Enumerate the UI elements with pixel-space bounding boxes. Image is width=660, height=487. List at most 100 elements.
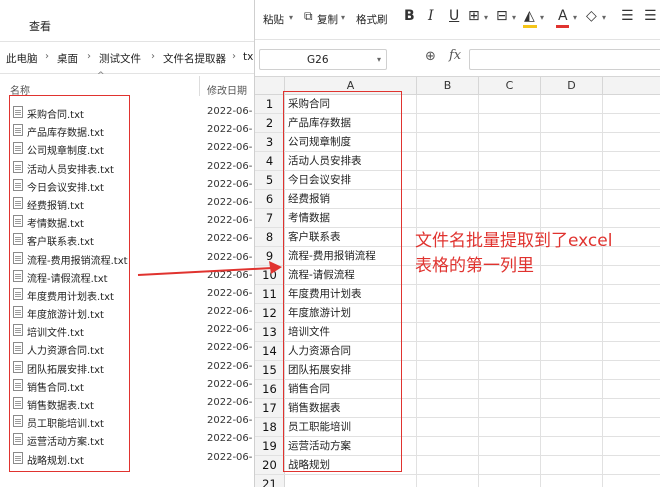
name-box-dropdown-icon[interactable]: ▾ (377, 55, 381, 64)
cell-c[interactable] (479, 399, 541, 417)
row-header[interactable]: 20 (255, 456, 285, 474)
column-header-date[interactable]: 修改日期 (207, 82, 247, 97)
row-header[interactable]: 17 (255, 399, 285, 417)
breadcrumb-test-folder[interactable]: 测试文件 (99, 51, 141, 66)
italic-button[interactable]: I (428, 8, 434, 24)
cell-a[interactable] (285, 475, 417, 487)
border-icon[interactable]: ⊞ (468, 8, 480, 24)
row-header[interactable]: 8 (255, 228, 285, 246)
row-header[interactable]: 4 (255, 152, 285, 170)
paste-dropdown-icon[interactable]: ▾ (289, 13, 293, 22)
cell-c[interactable] (479, 114, 541, 132)
row-header[interactable]: 18 (255, 418, 285, 436)
cell-e[interactable] (603, 380, 660, 398)
fill-color-icon[interactable]: ◭ (524, 8, 535, 24)
cell-b[interactable] (417, 209, 479, 227)
cell-b[interactable] (417, 361, 479, 379)
cell-e[interactable] (603, 114, 660, 132)
cell-c[interactable] (479, 171, 541, 189)
cell-b[interactable] (417, 418, 479, 436)
format-painter-button[interactable]: 格式刷 (356, 12, 388, 27)
column-header-c[interactable]: C (479, 77, 541, 94)
cell-c[interactable] (479, 209, 541, 227)
cell-e[interactable] (603, 209, 660, 227)
column-header-e[interactable] (603, 77, 660, 94)
fill-color-dropdown-icon[interactable]: ▾ (540, 13, 544, 22)
eraser-dropdown-icon[interactable]: ▾ (602, 13, 606, 22)
cell-c[interactable] (479, 285, 541, 303)
cell-style-icon[interactable]: ⊟ (496, 8, 508, 24)
row-header[interactable]: 11 (255, 285, 285, 303)
cell-e[interactable] (603, 171, 660, 189)
cell-e[interactable] (603, 361, 660, 379)
cell-c[interactable] (479, 304, 541, 322)
cell-b[interactable] (417, 95, 479, 113)
cell-e[interactable] (603, 304, 660, 322)
name-box[interactable]: G26 ▾ (259, 49, 387, 70)
eraser-icon[interactable]: ◇ (586, 8, 597, 24)
cell-c[interactable] (479, 475, 541, 487)
cell-e[interactable] (603, 133, 660, 151)
underline-button[interactable]: U (449, 8, 459, 24)
row-header[interactable]: 15 (255, 361, 285, 379)
ribbon-tab-view[interactable]: 查看 (29, 18, 51, 34)
breadcrumb-desktop[interactable]: 桌面 (57, 51, 78, 66)
align-center-icon[interactable]: ☰ (644, 8, 657, 24)
cell-b[interactable] (417, 133, 479, 151)
cell-b[interactable] (417, 399, 479, 417)
cell-d[interactable] (541, 456, 603, 474)
breadcrumb-txt-folder[interactable]: tx (243, 51, 253, 63)
paste-button[interactable]: 粘贴 (263, 12, 284, 27)
cell-c[interactable] (479, 323, 541, 341)
column-header-d[interactable]: D (541, 77, 603, 94)
cell-d[interactable] (541, 133, 603, 151)
row-header[interactable]: 2 (255, 114, 285, 132)
row-header[interactable]: 21 (255, 475, 285, 487)
cell-e[interactable] (603, 399, 660, 417)
cell-d[interactable] (541, 437, 603, 455)
row-header[interactable]: 1 (255, 95, 285, 113)
cell-d[interactable] (541, 209, 603, 227)
cell-b[interactable] (417, 323, 479, 341)
cell-d[interactable] (541, 304, 603, 322)
row-header[interactable]: 9 (255, 247, 285, 265)
row-header[interactable]: 5 (255, 171, 285, 189)
formula-input[interactable] (469, 49, 660, 70)
cell-c[interactable] (479, 418, 541, 436)
cell-d[interactable] (541, 361, 603, 379)
row-header[interactable]: 14 (255, 342, 285, 360)
row-header[interactable]: 6 (255, 190, 285, 208)
cell-d[interactable] (541, 342, 603, 360)
cell-c[interactable] (479, 133, 541, 151)
cell-e[interactable] (603, 323, 660, 341)
copy-dropdown-icon[interactable]: ▾ (341, 13, 345, 22)
cell-d[interactable] (541, 323, 603, 341)
fx-icon[interactable]: fx (449, 48, 461, 63)
cell-e[interactable] (603, 285, 660, 303)
cell-d[interactable] (541, 152, 603, 170)
cell-c[interactable] (479, 342, 541, 360)
bold-button[interactable]: B (404, 8, 415, 24)
cell-c[interactable] (479, 190, 541, 208)
cell-d[interactable] (541, 190, 603, 208)
cell-e[interactable] (603, 190, 660, 208)
cell-c[interactable] (479, 95, 541, 113)
cell-c[interactable] (479, 437, 541, 455)
cell-b[interactable] (417, 114, 479, 132)
cell-e[interactable] (603, 456, 660, 474)
cell-b[interactable] (417, 190, 479, 208)
row-header[interactable]: 16 (255, 380, 285, 398)
cell-b[interactable] (417, 304, 479, 322)
cell-b[interactable] (417, 475, 479, 487)
cell-b[interactable] (417, 285, 479, 303)
align-left-icon[interactable]: ☰ (621, 8, 634, 24)
cell-b[interactable] (417, 456, 479, 474)
row-header[interactable]: 12 (255, 304, 285, 322)
cell-b[interactable] (417, 152, 479, 170)
cell-c[interactable] (479, 361, 541, 379)
font-color-button[interactable]: A (558, 8, 568, 24)
cell-e[interactable] (603, 475, 660, 487)
row-header[interactable]: 13 (255, 323, 285, 341)
row-header[interactable]: 3 (255, 133, 285, 151)
column-header-b[interactable]: B (417, 77, 479, 94)
